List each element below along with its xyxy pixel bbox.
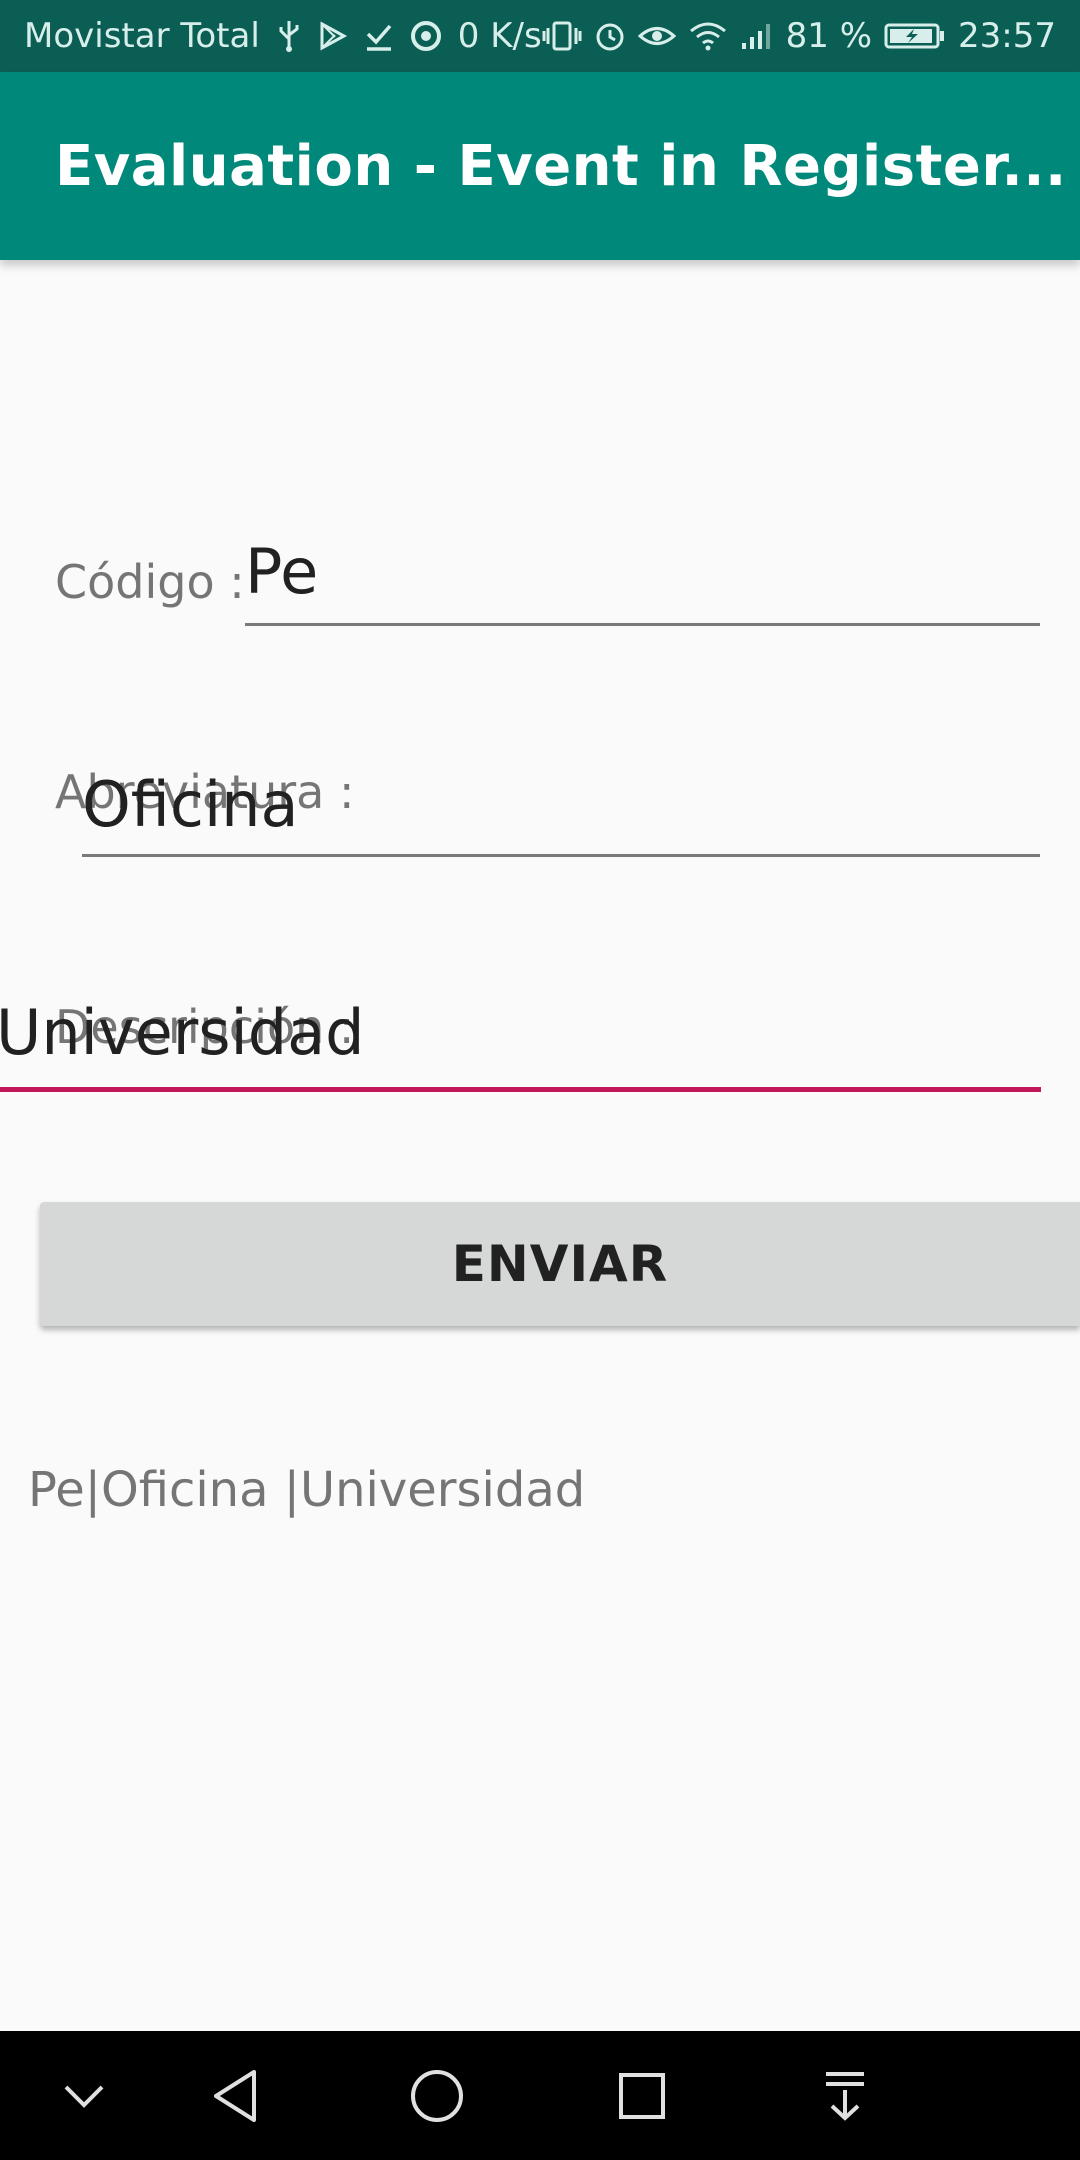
codigo-input-underline [245, 623, 1040, 626]
result-text: Pe|Oficina |Universidad [28, 1462, 586, 1518]
codigo-input[interactable]: Pe [245, 535, 318, 608]
download-done-icon [364, 20, 394, 52]
codigo-label: Código : [55, 555, 245, 609]
play-store-icon [318, 21, 348, 51]
descripcion-input-underline [0, 1087, 1041, 1092]
wifi-icon [688, 21, 728, 51]
app-title: Evaluation - Event in Register... [55, 133, 1067, 199]
home-icon[interactable] [382, 2031, 492, 2160]
navigation-bar [0, 2031, 1080, 2160]
clock: 23:57 [958, 16, 1057, 56]
enviar-button[interactable]: ENVIAR [40, 1202, 1080, 1326]
notification-pull-icon[interactable] [790, 2031, 900, 2160]
chrome-icon [410, 20, 442, 52]
network-speed: 0 K/s [457, 16, 542, 56]
alarm-icon [594, 20, 626, 52]
descripcion-input[interactable]: Universidad [0, 996, 364, 1069]
battery-percent: 81 % [785, 16, 873, 56]
recents-icon[interactable] [587, 2031, 697, 2160]
status-bar: Movistar Total 0 K/s 81 % 23:57 [0, 0, 1080, 72]
chevron-down-icon[interactable] [29, 2031, 139, 2160]
app-bar: Evaluation - Event in Register... [0, 72, 1080, 260]
eye-icon [637, 21, 676, 51]
abreviatura-input[interactable]: Oficina [82, 768, 298, 841]
battery-charging-icon [884, 21, 946, 51]
signal-icon [740, 21, 774, 51]
usb-icon [276, 19, 302, 53]
back-icon[interactable] [180, 2031, 290, 2160]
abreviatura-input-underline [82, 854, 1040, 857]
carrier-name: Movistar Total [24, 16, 260, 56]
vibrate-icon [542, 20, 582, 52]
